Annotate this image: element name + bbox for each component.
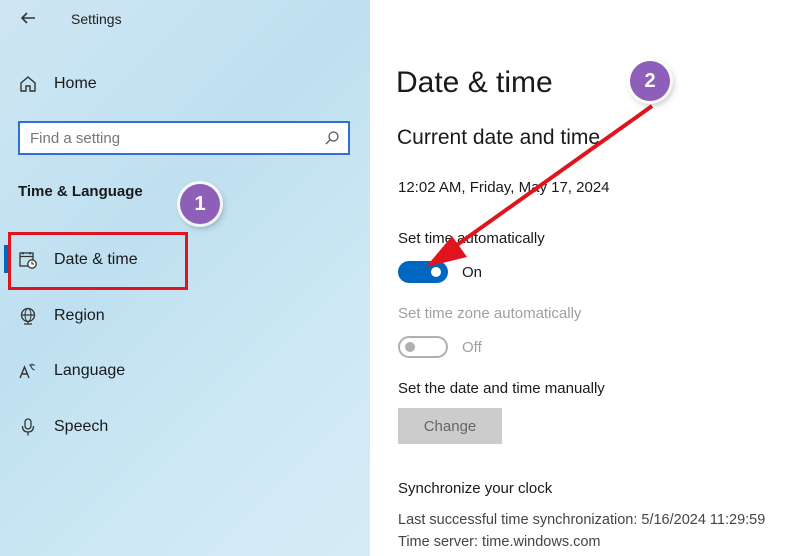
annotation-badge-2: 2 xyxy=(630,61,670,101)
annotation-arrow xyxy=(426,104,654,267)
